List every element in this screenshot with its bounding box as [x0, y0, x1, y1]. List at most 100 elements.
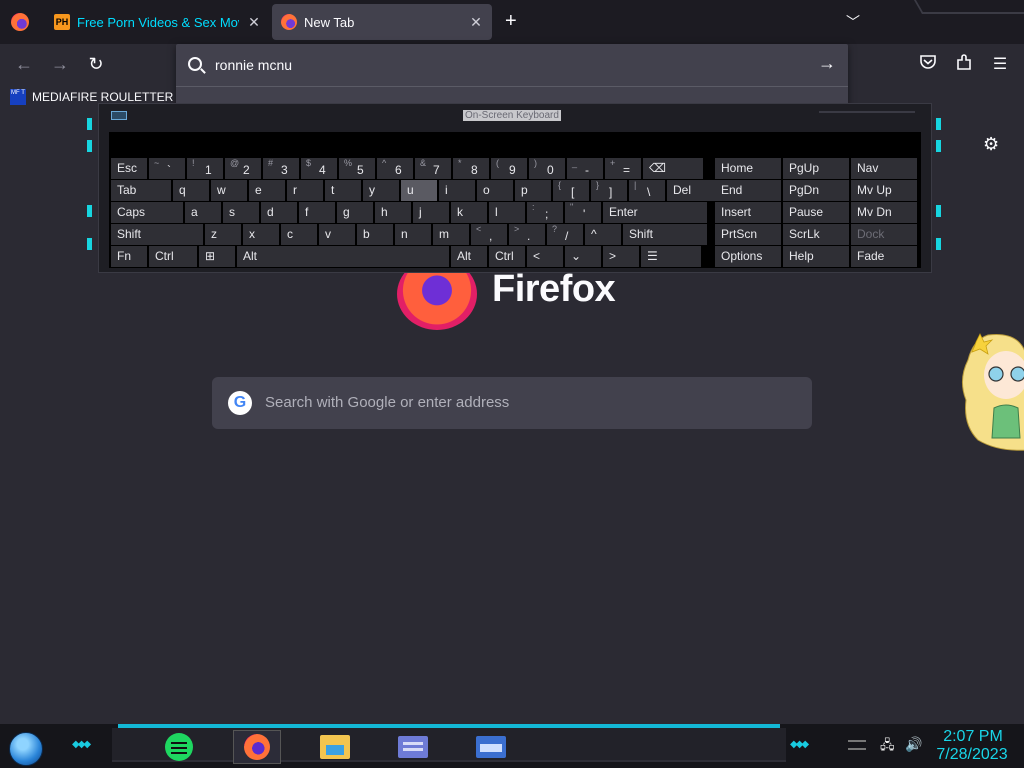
- clock-date[interactable]: 7/28/2023: [934, 746, 1010, 764]
- clock-time[interactable]: 2:07 PM: [940, 728, 1006, 746]
- back-arrow-icon[interactable]: ←: [13, 54, 35, 75]
- key-1-8[interactable]: i: [439, 180, 475, 201]
- key-1-13[interactable]: | \: [629, 180, 665, 201]
- key-4-5[interactable]: Ctrl: [489, 246, 525, 267]
- tab-close-icon[interactable]: ✕: [468, 14, 484, 31]
- key-1-9[interactable]: o: [477, 180, 513, 201]
- key-0-5[interactable]: $4: [301, 158, 337, 179]
- key-3-9[interactable]: >.: [509, 224, 545, 245]
- key-0-10[interactable]: (9: [491, 158, 527, 179]
- key-0-6[interactable]: % 5: [339, 158, 375, 179]
- key-4-7[interactable]: ⌄: [565, 246, 601, 267]
- key-2-7[interactable]: j: [413, 202, 449, 223]
- key-1-0[interactable]: Tab: [111, 180, 171, 201]
- key-4-6[interactable]: <: [527, 246, 563, 267]
- key-0-8[interactable]: & 7: [415, 158, 451, 179]
- key-3-7[interactable]: m: [433, 224, 469, 245]
- key-0-2[interactable]: ! 1: [187, 158, 223, 179]
- key-3-12[interactable]: Shift: [623, 224, 707, 245]
- gear-icon[interactable]: ⚙: [983, 134, 999, 155]
- key-0-14[interactable]: ⌫: [643, 158, 703, 179]
- key-2-15[interactable]: Mv Dn: [851, 202, 917, 223]
- key-1-4[interactable]: r: [287, 180, 323, 201]
- key-1-2[interactable]: w: [211, 180, 247, 201]
- key-3-15[interactable]: Dock: [851, 224, 917, 245]
- key-2-9[interactable]: l: [489, 202, 525, 223]
- forward-arrow-icon[interactable]: →: [49, 54, 71, 75]
- key-3-0[interactable]: Shift: [111, 224, 203, 245]
- key-1-5[interactable]: t: [325, 180, 361, 201]
- key-4-1[interactable]: Ctrl: [149, 246, 197, 267]
- extensions-puzzle-icon[interactable]: [953, 54, 975, 77]
- key-2-6[interactable]: h: [375, 202, 411, 223]
- go-arrow-icon[interactable]: →: [818, 53, 836, 74]
- key-4-12[interactable]: Fade: [851, 246, 917, 267]
- key-3-5[interactable]: b: [357, 224, 393, 245]
- volume-icon[interactable]: 🔊: [905, 736, 922, 753]
- taskbar-firefox[interactable]: [233, 730, 281, 764]
- key-3-8[interactable]: <,: [471, 224, 507, 245]
- key-3-1[interactable]: z: [205, 224, 241, 245]
- key-0-3[interactable]: @2: [225, 158, 261, 179]
- key-4-9[interactable]: ☰: [641, 246, 701, 267]
- key-4-2[interactable]: ⊞: [199, 246, 235, 267]
- key-1-6[interactable]: y: [363, 180, 399, 201]
- pocket-icon[interactable]: [917, 54, 939, 75]
- key-3-14[interactable]: ScrLk: [783, 224, 849, 245]
- key-0-4[interactable]: #3: [263, 158, 299, 179]
- key-0-0[interactable]: Esc: [111, 158, 147, 179]
- key-2-12[interactable]: Enter: [603, 202, 707, 223]
- key-0-7[interactable]: ^ 6: [377, 158, 413, 179]
- key-2-14[interactable]: Pause: [783, 202, 849, 223]
- key-0-16[interactable]: PgUp: [783, 158, 849, 179]
- key-4-3[interactable]: Alt: [237, 246, 449, 267]
- key-3-11[interactable]: ^: [585, 224, 621, 245]
- key-1-14[interactable]: Del: [667, 180, 715, 201]
- reload-icon[interactable]: ↻: [85, 54, 107, 75]
- network-icon[interactable]: 🖧: [880, 736, 895, 758]
- key-3-13[interactable]: PrtScn: [715, 224, 781, 245]
- key-2-8[interactable]: k: [451, 202, 487, 223]
- key-2-13[interactable]: Insert: [715, 202, 781, 223]
- key-1-7[interactable]: u: [401, 180, 437, 201]
- key-1-3[interactable]: e: [249, 180, 285, 201]
- new-tab-button[interactable]: +: [505, 10, 517, 33]
- key-0-9[interactable]: * 8: [453, 158, 489, 179]
- key-1-12[interactable]: }]: [591, 180, 627, 201]
- key-4-4[interactable]: Alt: [451, 246, 487, 267]
- key-2-1[interactable]: a: [185, 202, 221, 223]
- key-3-10[interactable]: ? /: [547, 224, 583, 245]
- key-1-15[interactable]: End: [715, 180, 781, 201]
- key-3-6[interactable]: n: [395, 224, 431, 245]
- key-0-17[interactable]: Nav: [851, 158, 917, 179]
- key-2-4[interactable]: f: [299, 202, 335, 223]
- key-1-16[interactable]: PgDn: [783, 180, 849, 201]
- key-2-11[interactable]: " ': [565, 202, 601, 223]
- tab-new-tab[interactable]: New Tab ✕: [272, 4, 492, 40]
- key-1-1[interactable]: q: [173, 180, 209, 201]
- key-2-3[interactable]: d: [261, 202, 297, 223]
- key-1-17[interactable]: Mv Up: [851, 180, 917, 201]
- taskbar-spotify[interactable]: [155, 730, 203, 764]
- key-4-0[interactable]: Fn: [111, 246, 147, 267]
- key-4-8[interactable]: >: [603, 246, 639, 267]
- firefox-view-icon[interactable]: [11, 13, 29, 31]
- key-2-0[interactable]: Caps: [111, 202, 183, 223]
- key-3-2[interactable]: x: [243, 224, 279, 245]
- address-input[interactable]: ronnie mcnu: [215, 57, 292, 73]
- key-0-1[interactable]: ~ `: [149, 158, 185, 179]
- tab-list-chevron-down-icon[interactable]: ﹀: [846, 12, 860, 32]
- key-4-10[interactable]: Options: [715, 246, 781, 267]
- key-3-3[interactable]: c: [281, 224, 317, 245]
- taskbar-file-explorer[interactable]: [311, 730, 359, 764]
- tray-menu-icon[interactable]: [848, 740, 866, 750]
- key-3-4[interactable]: v: [319, 224, 355, 245]
- key-2-10[interactable]: :;: [527, 202, 563, 223]
- key-4-11[interactable]: Help: [783, 246, 849, 267]
- key-2-5[interactable]: g: [337, 202, 373, 223]
- tab-adult-site[interactable]: PH Free Porn Videos & Sex Movies ✕: [44, 4, 270, 40]
- taskbar-on-screen-keyboard[interactable]: [467, 730, 515, 764]
- search-input[interactable]: G Search with Google or enter address: [212, 377, 812, 429]
- key-2-2[interactable]: s: [223, 202, 259, 223]
- hamburger-menu-icon[interactable]: ☰: [989, 54, 1011, 74]
